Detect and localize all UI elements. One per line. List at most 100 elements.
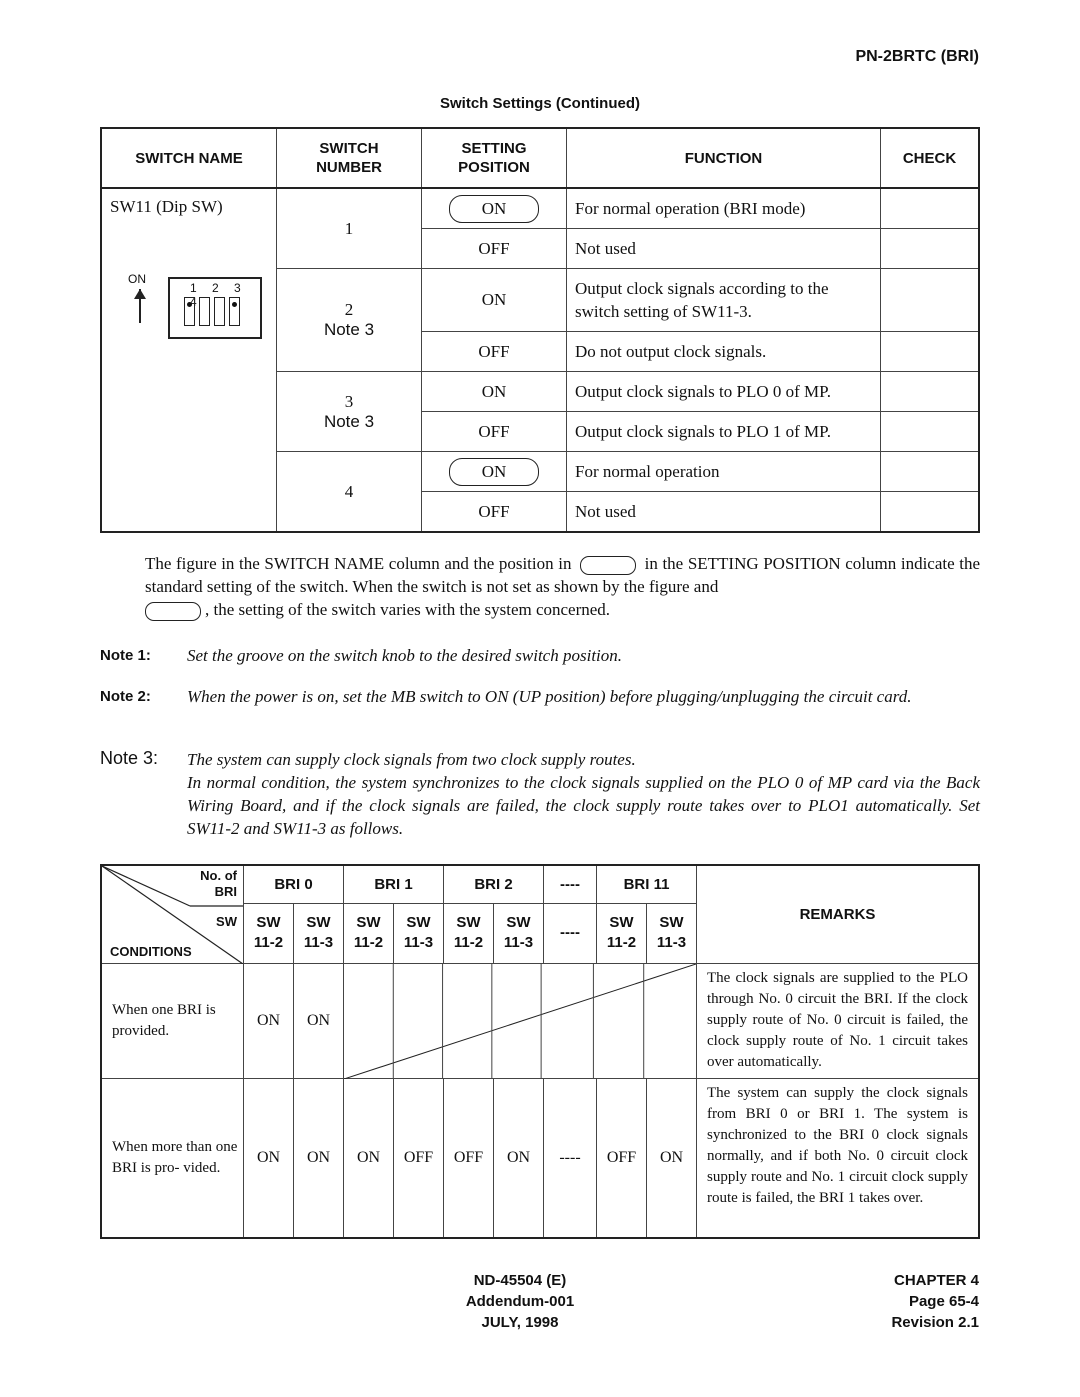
- function-cell: For normal operation: [566, 451, 881, 492]
- corner-label-conditions: CONDITIONS: [110, 943, 192, 959]
- bri-header-row: No. of BRI SW CONDITIONS BRI 0 BRI 1 BRI …: [100, 864, 980, 964]
- function-cell: Not used: [566, 491, 881, 533]
- standard-setting-pill: ON: [449, 457, 539, 486]
- value-cell: ON: [293, 962, 344, 1079]
- function-cell: Output clock signals to PLO 1 of MP.: [566, 411, 881, 452]
- sw-header: SW 11-2: [243, 902, 294, 964]
- footer-page-info: CHAPTER 4 Page 65-4 Revision 2.1: [891, 1270, 979, 1333]
- check-cell: [880, 451, 980, 492]
- switch-number-cell: 4: [276, 451, 422, 533]
- footer-revision: Revision 2.1: [891, 1314, 979, 1331]
- dip-on-label: ON: [128, 272, 146, 286]
- switch-name-cell: SW11 (Dip SW) ON 1 2 3 4: [100, 187, 277, 533]
- setting-position-cell: OFF: [421, 228, 567, 269]
- dip-switch-figure: ON 1 2 3 4: [110, 217, 268, 339]
- value-cell: ON: [243, 962, 294, 1079]
- check-cell: [880, 411, 980, 452]
- bri-group-header: BRI 2: [443, 864, 544, 904]
- sw-header: SW 11-3: [393, 902, 444, 964]
- footer-page: Page 65-4: [908, 1293, 979, 1310]
- corner-top-line-2: BRI: [214, 884, 237, 899]
- value-cell: ON: [493, 1077, 544, 1239]
- bri-group-header: BRI 0: [243, 864, 344, 904]
- setting-position-cell: ON: [421, 187, 567, 229]
- sw-header: ----: [543, 902, 597, 964]
- bri-group-header: BRI 11: [596, 864, 697, 904]
- switch-number-cell: 1: [276, 187, 422, 269]
- corner-top-line-1: No. of: [200, 868, 237, 883]
- note-reference: Note 3: [323, 411, 375, 431]
- explanation-text-3: , the setting of the switch varies with …: [205, 600, 611, 619]
- dip-dot-icon: [187, 302, 192, 307]
- bri-settings-table: No. of BRI SW CONDITIONS BRI 0 BRI 1 BRI …: [100, 864, 980, 1239]
- value-cell: ON: [646, 1077, 697, 1239]
- value-cell: OFF: [596, 1077, 647, 1239]
- note-1: Note 1: Set the groove on the switch kno…: [100, 644, 980, 667]
- note-text-continued: In normal condition, the system synchron…: [187, 773, 980, 838]
- table-row: When one BRI is provided. ON ON The cloc…: [100, 962, 980, 1079]
- footer-addendum: Addendum-001: [465, 1293, 575, 1310]
- check-cell: [880, 268, 980, 332]
- standard-setting-pill-symbol: [580, 555, 637, 575]
- check-cell: [880, 331, 980, 372]
- diagonal-strike-line: [344, 963, 696, 1079]
- value-cell: ----: [543, 1077, 597, 1239]
- up-arrow-shaft: [139, 289, 141, 323]
- col-header-function: FUNCTION: [566, 127, 881, 189]
- note-text: Set the groove on the switch knob to the…: [187, 646, 623, 665]
- note-label: Note 2:: [100, 688, 151, 705]
- check-cell: [880, 371, 980, 412]
- note-2: Note 2: When the power is on, set the MB…: [100, 685, 980, 708]
- dip-switch-body: 1 2 3 4: [168, 277, 262, 339]
- dip-toggle-2: [199, 297, 210, 326]
- footer-date: JULY, 1998: [481, 1314, 559, 1331]
- function-cell: For normal operation (BRI mode): [566, 187, 881, 229]
- standard-setting-pill-symbol: [145, 601, 201, 621]
- explanation-paragraph: The figure in the SWITCH NAME column and…: [145, 552, 980, 621]
- col-header-setting-position: SETTING POSITION: [421, 127, 567, 189]
- corner-label-no-of-bri: No. of BRI: [200, 868, 237, 900]
- condition-cell: When more than one BRI is pro- vided.: [100, 1077, 244, 1239]
- check-cell: [880, 187, 980, 229]
- setting-position-cell: OFF: [421, 411, 567, 452]
- switch-number: 2: [344, 300, 354, 319]
- sw-header: SW 11-3: [293, 902, 344, 964]
- table-caption: Switch Settings (Continued): [440, 95, 640, 112]
- col-header-switch-number: SWITCH NUMBER: [276, 127, 422, 189]
- explanation-text-1: The figure in the SWITCH NAME column and…: [145, 554, 572, 573]
- value-cell: ON: [243, 1077, 294, 1239]
- setting-position-cell: ON: [421, 268, 567, 332]
- sw-header: SW 11-2: [343, 902, 394, 964]
- table-row: When more than one BRI is pro- vided. ON…: [100, 1077, 980, 1239]
- sw-header: SW 11-2: [443, 902, 494, 964]
- corner-label-sw: SW: [216, 914, 237, 929]
- note-label: Note 1:: [100, 647, 151, 664]
- value-cell: ON: [293, 1077, 344, 1239]
- value-cell: ON: [343, 1077, 394, 1239]
- col-header-check: CHECK: [880, 127, 980, 189]
- check-cell: [880, 491, 980, 533]
- switch-name: SW11 (Dip SW): [110, 197, 223, 216]
- switch-number: 4: [344, 481, 354, 501]
- switch-number: 3: [344, 391, 354, 411]
- dip-toggle-1: [184, 297, 195, 326]
- remarks-header: REMARKS: [696, 864, 980, 964]
- document-header-title: PN-2BRTC (BRI): [855, 48, 979, 65]
- setting-position-cell: OFF: [421, 491, 567, 533]
- note-label: Note 3:: [100, 748, 159, 768]
- function-cell: Do not output clock signals.: [566, 331, 881, 372]
- switch-number: 1: [344, 218, 354, 238]
- standard-setting-pill: ON: [449, 194, 539, 223]
- dip-toggle-3: [214, 297, 225, 326]
- condition-cell: When one BRI is provided.: [100, 962, 244, 1079]
- switch-number-cell: 3 Note 3: [276, 371, 422, 452]
- col-header-switch-name: SWITCH NAME: [100, 127, 277, 189]
- footer-chapter: CHAPTER 4: [893, 1272, 979, 1289]
- value-cell: OFF: [393, 1077, 444, 1239]
- check-cell: [880, 228, 980, 269]
- bri-group-header: ----: [543, 864, 597, 904]
- sw-header: SW 11-2: [596, 902, 647, 964]
- footer-doc-number: ND-45504 (E): [473, 1272, 567, 1289]
- corner-header-cell: No. of BRI SW CONDITIONS: [100, 864, 244, 964]
- note-text: When the power is on, set the MB switch …: [187, 687, 912, 706]
